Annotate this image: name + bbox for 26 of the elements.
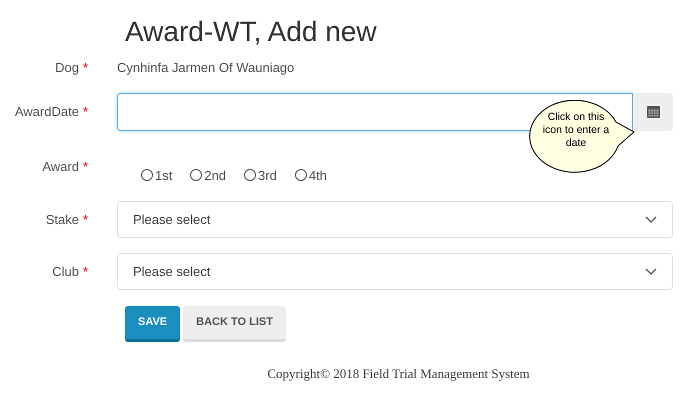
calendar-icon [646,105,660,118]
required-mark: * [82,59,88,77]
calendar-button[interactable] [633,92,673,130]
page-title: Award-WT, Add new [124,15,378,49]
action-button[interactable]: BACK TO LIST [183,306,286,342]
required-mark: * [82,102,88,121]
required-mark: * [82,262,88,281]
required-mark: * [82,210,88,229]
required-mark: * [82,158,88,176]
award-radio[interactable]: 3rd [244,166,277,185]
field-label: Club [52,262,79,281]
select-field[interactable]: Please select [117,253,673,290]
award-radio[interactable]: 2nd [190,166,226,185]
field-label: AwardDate [14,102,79,121]
award-radio[interactable]: 1st [141,166,172,185]
chevron-down-icon [645,216,657,223]
copyright-text: Copyright© 2018 Field Trial Management System [266,365,531,383]
callout-text: Click on this icon to enter a date [542,111,610,150]
select-field[interactable]: Please select [117,201,673,238]
dog-name: Cynhinfa Jarmen Of Wauniago [117,59,294,77]
chevron-down-icon [645,268,657,275]
action-button[interactable]: SAVE [125,306,180,342]
field-label: Dog [55,59,79,77]
field-label: Award [42,158,79,176]
field-label: Stake [46,210,79,229]
award-radio[interactable]: 4th [294,166,327,185]
